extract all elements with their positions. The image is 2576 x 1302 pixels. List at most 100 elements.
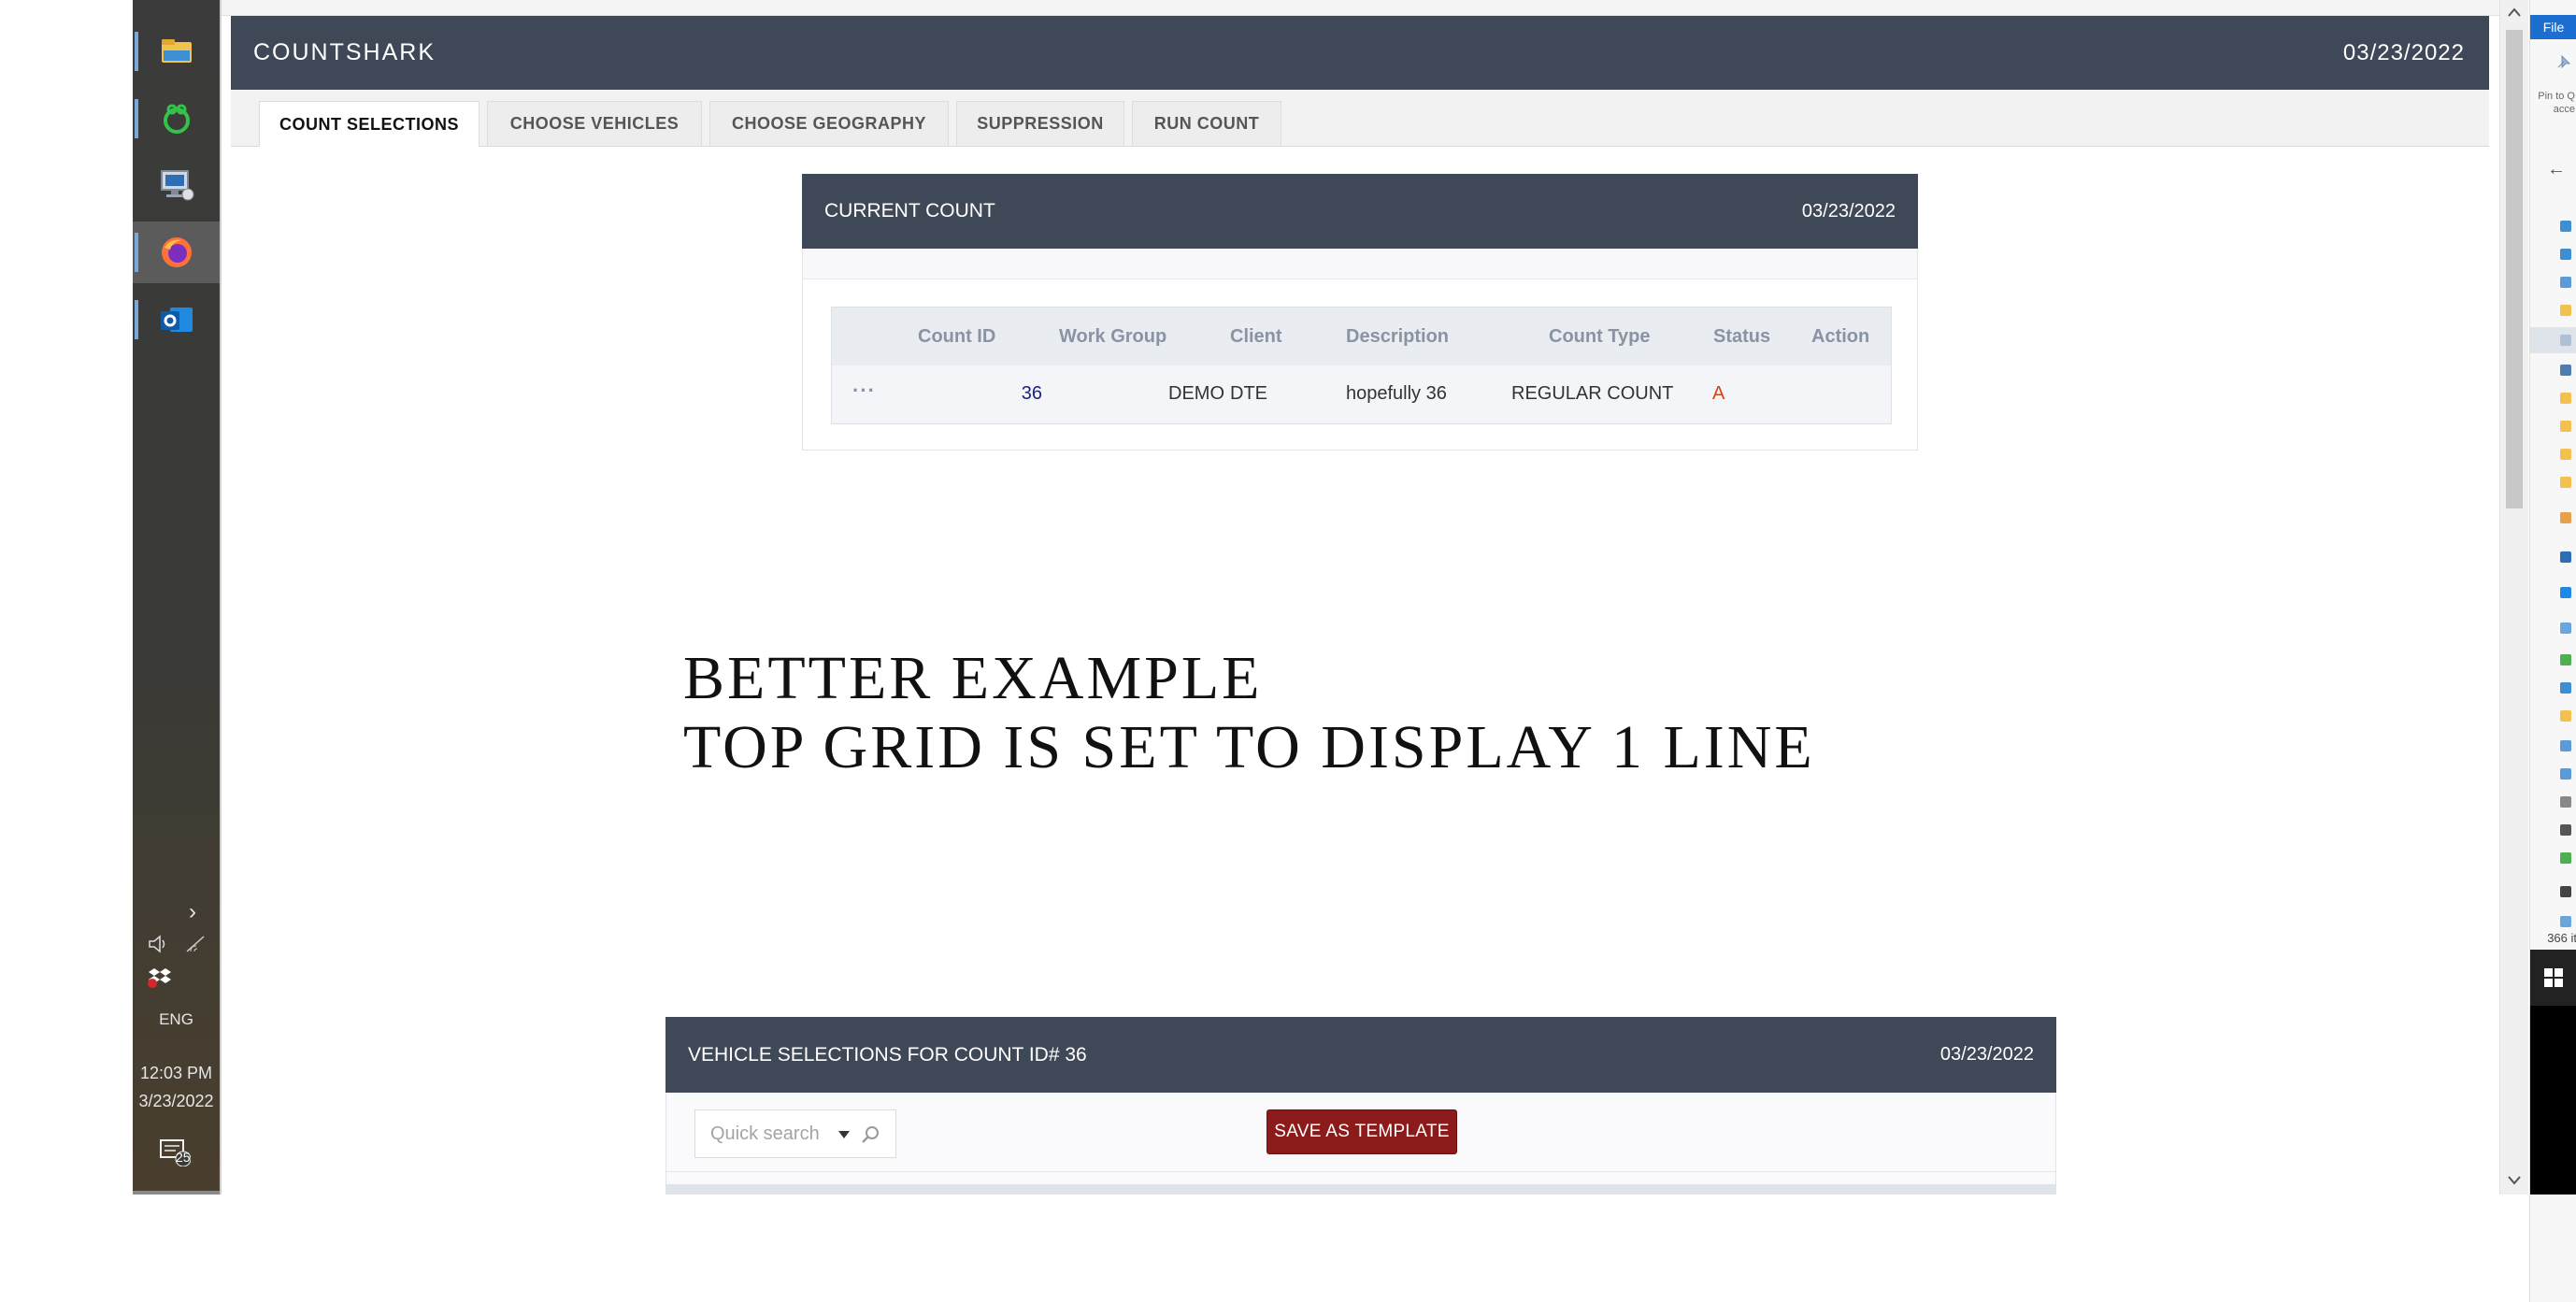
folder-icon (2560, 477, 2571, 488)
scrollbar-thumb[interactable] (2506, 30, 2523, 508)
grid-header-row: Count ID Work Group Client Description C… (832, 308, 1891, 366)
folder-icon (2560, 277, 2571, 288)
taskbar-app-outlook[interactable] (133, 289, 220, 351)
current-count-toolbar-strip (803, 249, 1917, 279)
taskbar-app-file-explorer[interactable] (133, 21, 220, 82)
explorer-taskbar-segment (2530, 950, 2576, 1006)
annotation-line-2: TOP GRID IS SET TO DISPLAY 1 LINE (683, 713, 1815, 781)
this-pc-icon (2560, 622, 2571, 634)
folder-icon (2560, 421, 2571, 432)
column-header-count-id[interactable]: Count ID (918, 308, 995, 365)
tab-count-selections[interactable]: COUNT SELECTIONS (259, 101, 479, 147)
folder-icon (2560, 512, 2571, 523)
windows-taskbar: › ENG 12:03 PM 3/23/2022 25 (133, 0, 222, 1195)
file-explorer-window-edge: File Pin to Q acce ← 366 it (2529, 0, 2576, 1302)
cell-status: A (1712, 383, 1725, 404)
firefox-icon (161, 237, 192, 267)
vehicle-selections-title: VEHICLE SELECTIONS FOR COUNT ID# 36 (688, 1043, 1087, 1066)
notification-count-badge: 25 (176, 1150, 191, 1165)
action-center-icon[interactable]: 25 (159, 1138, 192, 1171)
drive-icon (2560, 824, 2571, 836)
search-dropdown-caret-icon[interactable] (837, 1130, 851, 1139)
vehicle-selections-header: VEHICLE SELECTIONS FOR COUNT ID# 36 03/2… (665, 1017, 2056, 1093)
windows-start-icon[interactable] (2543, 967, 2564, 988)
annotation-line-1: BETTER EXAMPLE (683, 644, 1263, 712)
tab-choose-geography[interactable]: CHOOSE GEOGRAPHY (709, 101, 949, 146)
column-header-count-type[interactable]: Count Type (1549, 308, 1651, 365)
dropbox-folder-icon (2560, 551, 2571, 563)
drive-icon (2560, 796, 2571, 808)
search-icon[interactable] (860, 1124, 880, 1145)
cell-description: hopefully 36 (1346, 383, 1447, 404)
current-count-body: Count ID Work Group Client Description C… (802, 249, 1918, 451)
scroll-down-arrow-icon[interactable] (2508, 1176, 2521, 1185)
green-app-icon (163, 104, 190, 134)
folder-icon (2560, 365, 2571, 376)
onedrive-icon (2560, 587, 2571, 598)
folder-icon (2560, 305, 2571, 316)
taskbar-clock-date[interactable]: 3/23/2022 (133, 1092, 220, 1111)
vehicle-selections-date: 03/23/2022 (1939, 1044, 2034, 1065)
row-menu-icon[interactable]: ··· (852, 365, 876, 422)
cell-count-type: REGULAR COUNT (1511, 383, 1674, 404)
dropbox-icon[interactable] (148, 966, 172, 994)
column-header-work-group[interactable]: Work Group (1059, 308, 1166, 365)
folder-icon (2560, 682, 2571, 694)
table-row[interactable]: ··· 36 DEMO DTE hopefully 36 REGULAR COU… (832, 365, 1891, 422)
cell-work-group: DEMO (1168, 383, 1224, 404)
current-count-date: 03/23/2022 (1801, 200, 1896, 222)
countshark-app: COUNTSHARK 03/23/2022 COUNT SELECTIONS C… (222, 0, 2499, 1195)
taskbar-app-firefox[interactable] (133, 222, 220, 283)
folder-icon (2560, 335, 2571, 346)
drive-icon (2560, 852, 2571, 864)
taskbar-clock-time[interactable]: 12:03 PM (133, 1064, 220, 1083)
pin-to-quick-access-label: Pin to Q acce (2538, 91, 2575, 115)
folder-icon (2560, 654, 2571, 665)
app-header: COUNTSHARK 03/23/2022 (231, 16, 2489, 90)
file-explorer-icon (161, 39, 192, 63)
tab-suppression[interactable]: SUPPRESSION (956, 101, 1124, 146)
remote-desktop-icon (160, 170, 193, 201)
taskbar-app-green[interactable] (133, 88, 220, 150)
folder-icon (2560, 393, 2571, 404)
quick-access-star-icon (2560, 221, 2571, 232)
column-header-action[interactable]: Action (1811, 308, 1869, 365)
vehicle-selections-divider (666, 1171, 2055, 1172)
column-header-status[interactable]: Status (1713, 308, 1770, 365)
scroll-up-arrow-icon[interactable] (2508, 7, 2521, 17)
tab-choose-vehicles[interactable]: CHOOSE VEHICLES (487, 101, 702, 146)
current-count-header: CURRENT COUNT 03/23/2022 (802, 174, 1918, 249)
column-header-description[interactable]: Description (1346, 308, 1449, 365)
quick-search-input[interactable] (710, 1110, 832, 1157)
back-arrow-icon[interactable]: ← (2547, 159, 2566, 180)
pin-icon[interactable] (2553, 52, 2573, 73)
folder-icon (2560, 768, 2571, 780)
network-icon (2560, 916, 2571, 927)
page-vertical-scrollbar[interactable] (2499, 0, 2528, 1195)
tab-run-count[interactable]: RUN COUNT (1132, 101, 1281, 146)
column-header-client[interactable]: Client (1230, 308, 1282, 365)
cell-count-id[interactable]: 36 (995, 365, 1042, 422)
input-language[interactable]: ENG (133, 1010, 220, 1029)
vehicle-selections-body: SAVE AS TEMPLATE (665, 1093, 2056, 1195)
explorer-dark-region (2530, 1006, 2576, 1195)
current-count-title: CURRENT COUNT (824, 200, 995, 222)
network-icon[interactable] (185, 935, 208, 958)
folder-icon (2560, 449, 2571, 460)
app-top-strip (222, 0, 2499, 16)
app-title: COUNTSHARK (253, 39, 436, 65)
network-icon (2560, 886, 2571, 897)
app-header-date: 03/23/2022 (2342, 39, 2465, 65)
current-count-grid: Count ID Work Group Client Description C… (831, 307, 1892, 424)
main-tabs: COUNT SELECTIONS CHOOSE VEHICLES CHOOSE … (231, 90, 2489, 147)
folder-icon (2560, 710, 2571, 722)
quick-search-box (694, 1109, 896, 1158)
save-as-template-button[interactable]: SAVE AS TEMPLATE (1267, 1109, 1457, 1154)
folder-icon (2560, 740, 2571, 751)
outlook-icon (160, 308, 193, 332)
volume-icon[interactable] (148, 935, 170, 958)
taskbar-app-remote-desktop[interactable] (133, 154, 220, 216)
explorer-file-tab[interactable]: File (2530, 15, 2576, 39)
folder-icon (2560, 249, 2571, 260)
show-hidden-icons-chevron-icon[interactable]: › (189, 899, 196, 925)
